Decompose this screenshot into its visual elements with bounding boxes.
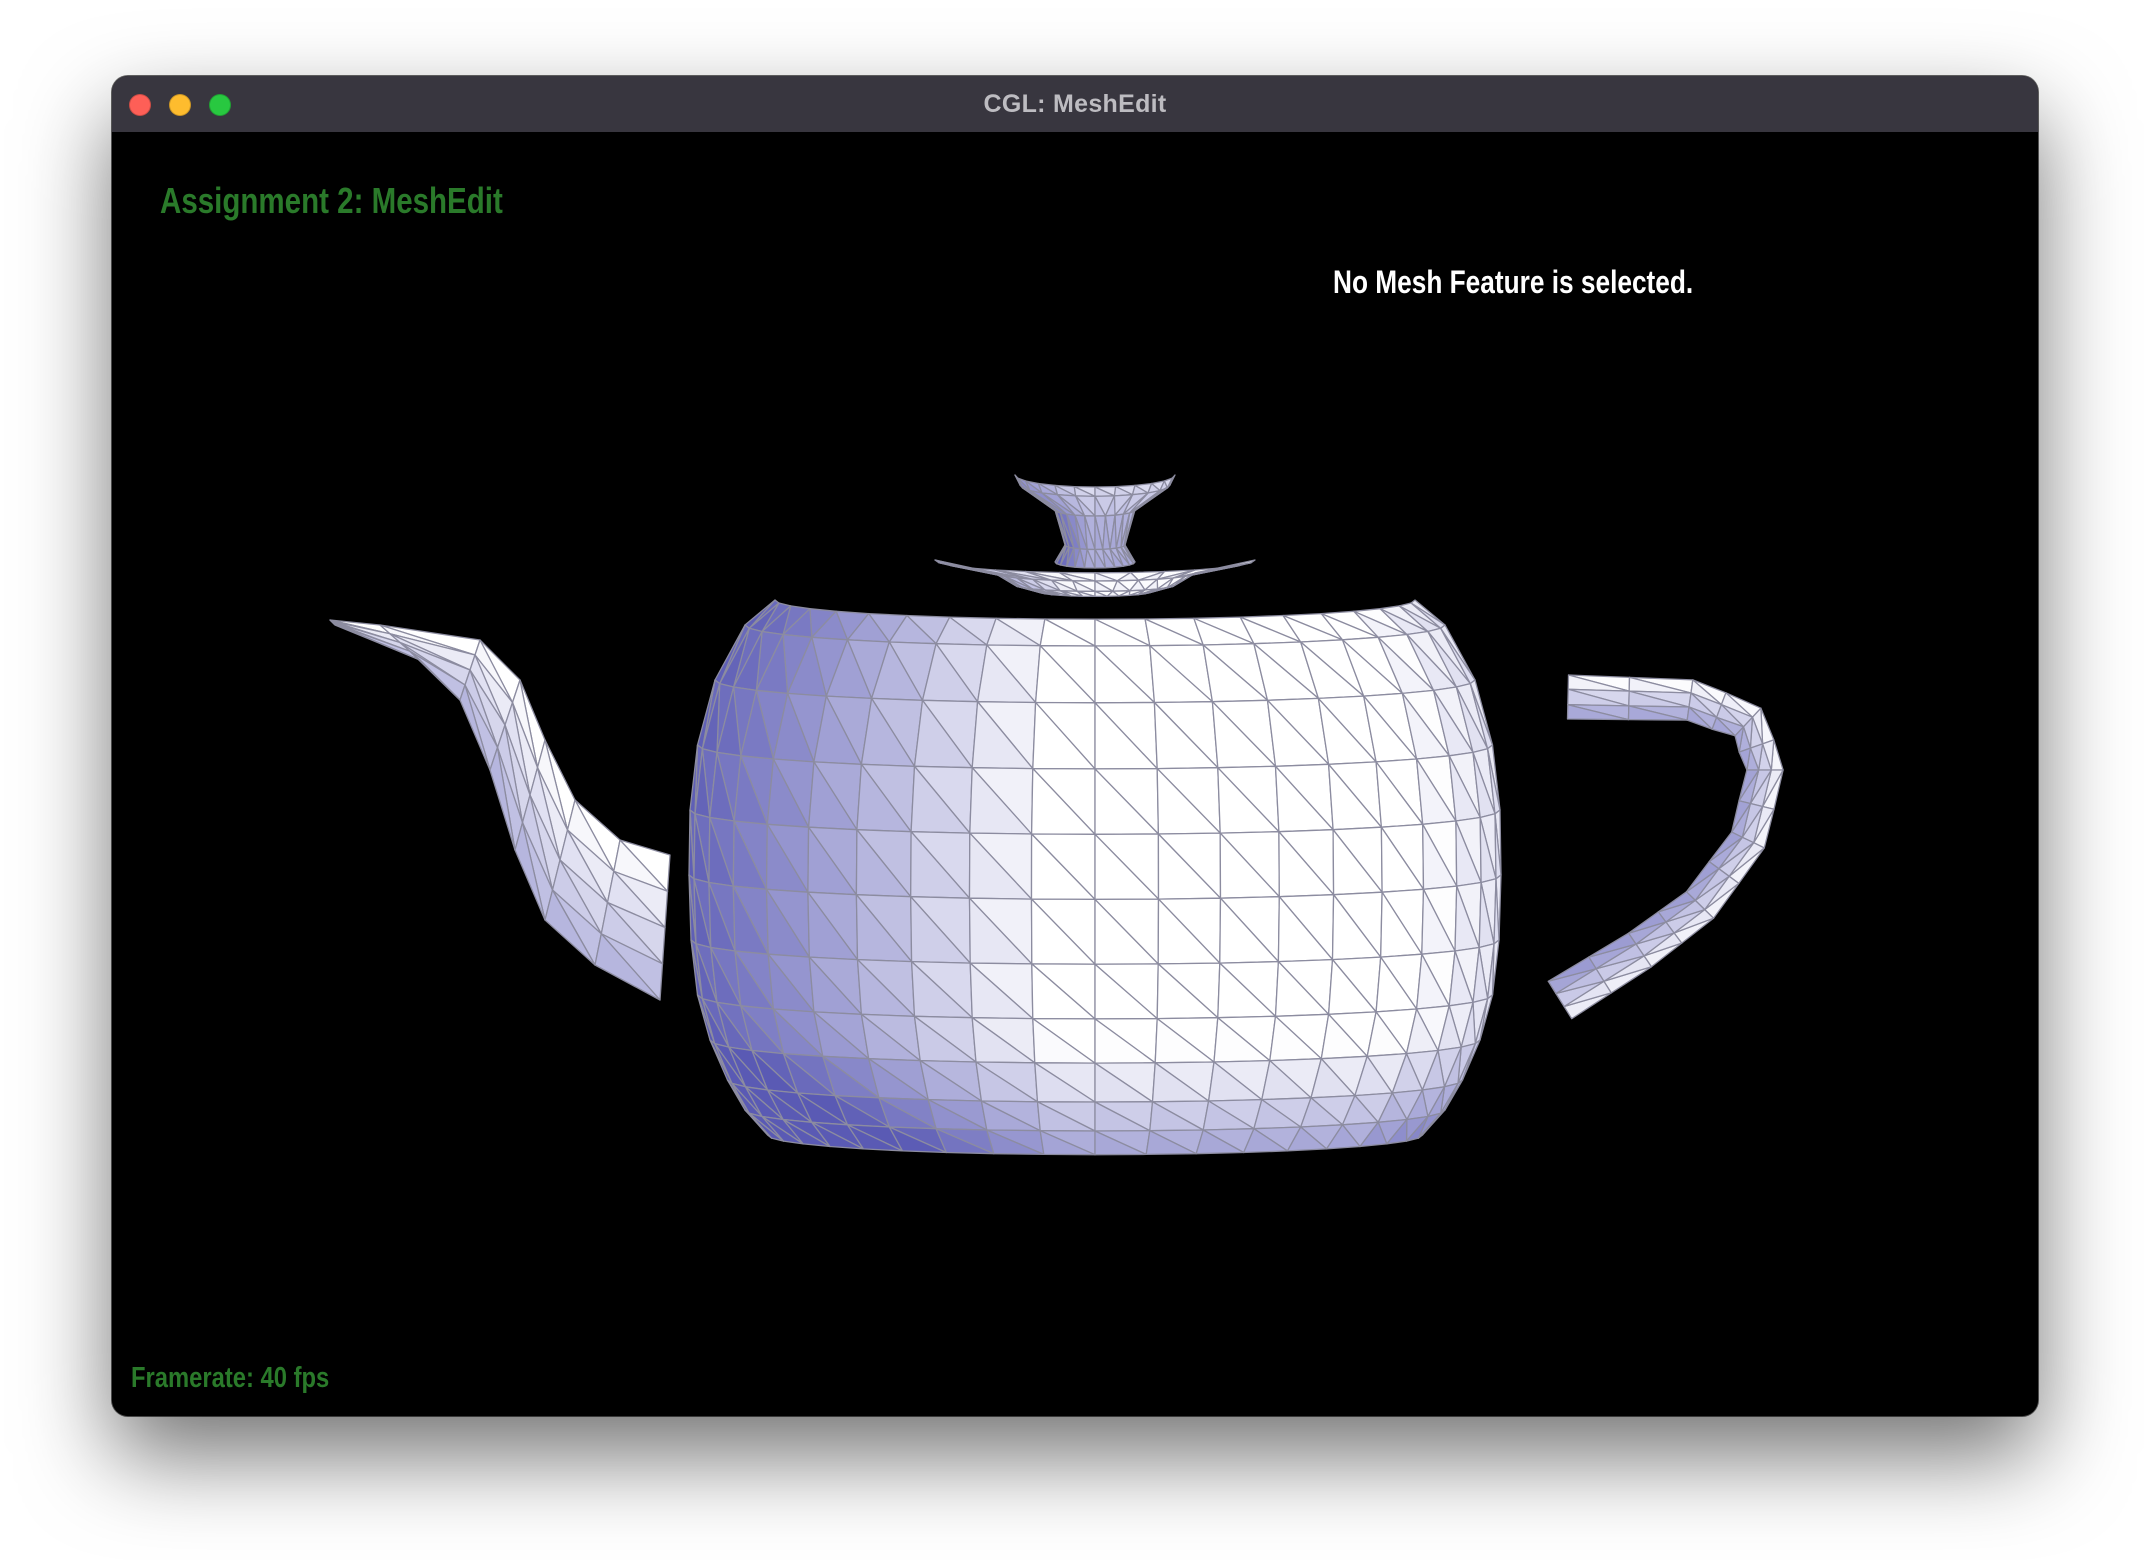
selection-status: No Mesh Feature is selected. [1333, 264, 1694, 300]
teapot-mesh[interactable] [112, 132, 2038, 1416]
app-window: CGL: MeshEdit Assignment 2: MeshEdit No … [112, 76, 2038, 1416]
assignment-title: Assignment 2: MeshEdit [160, 180, 503, 221]
window-title: CGL: MeshEdit [983, 90, 1167, 118]
title-bar[interactable]: CGL: MeshEdit [112, 76, 2038, 133]
lid-face[interactable] [1191, 562, 1252, 576]
framerate-readout: Framerate: 40 fps [131, 1362, 330, 1394]
